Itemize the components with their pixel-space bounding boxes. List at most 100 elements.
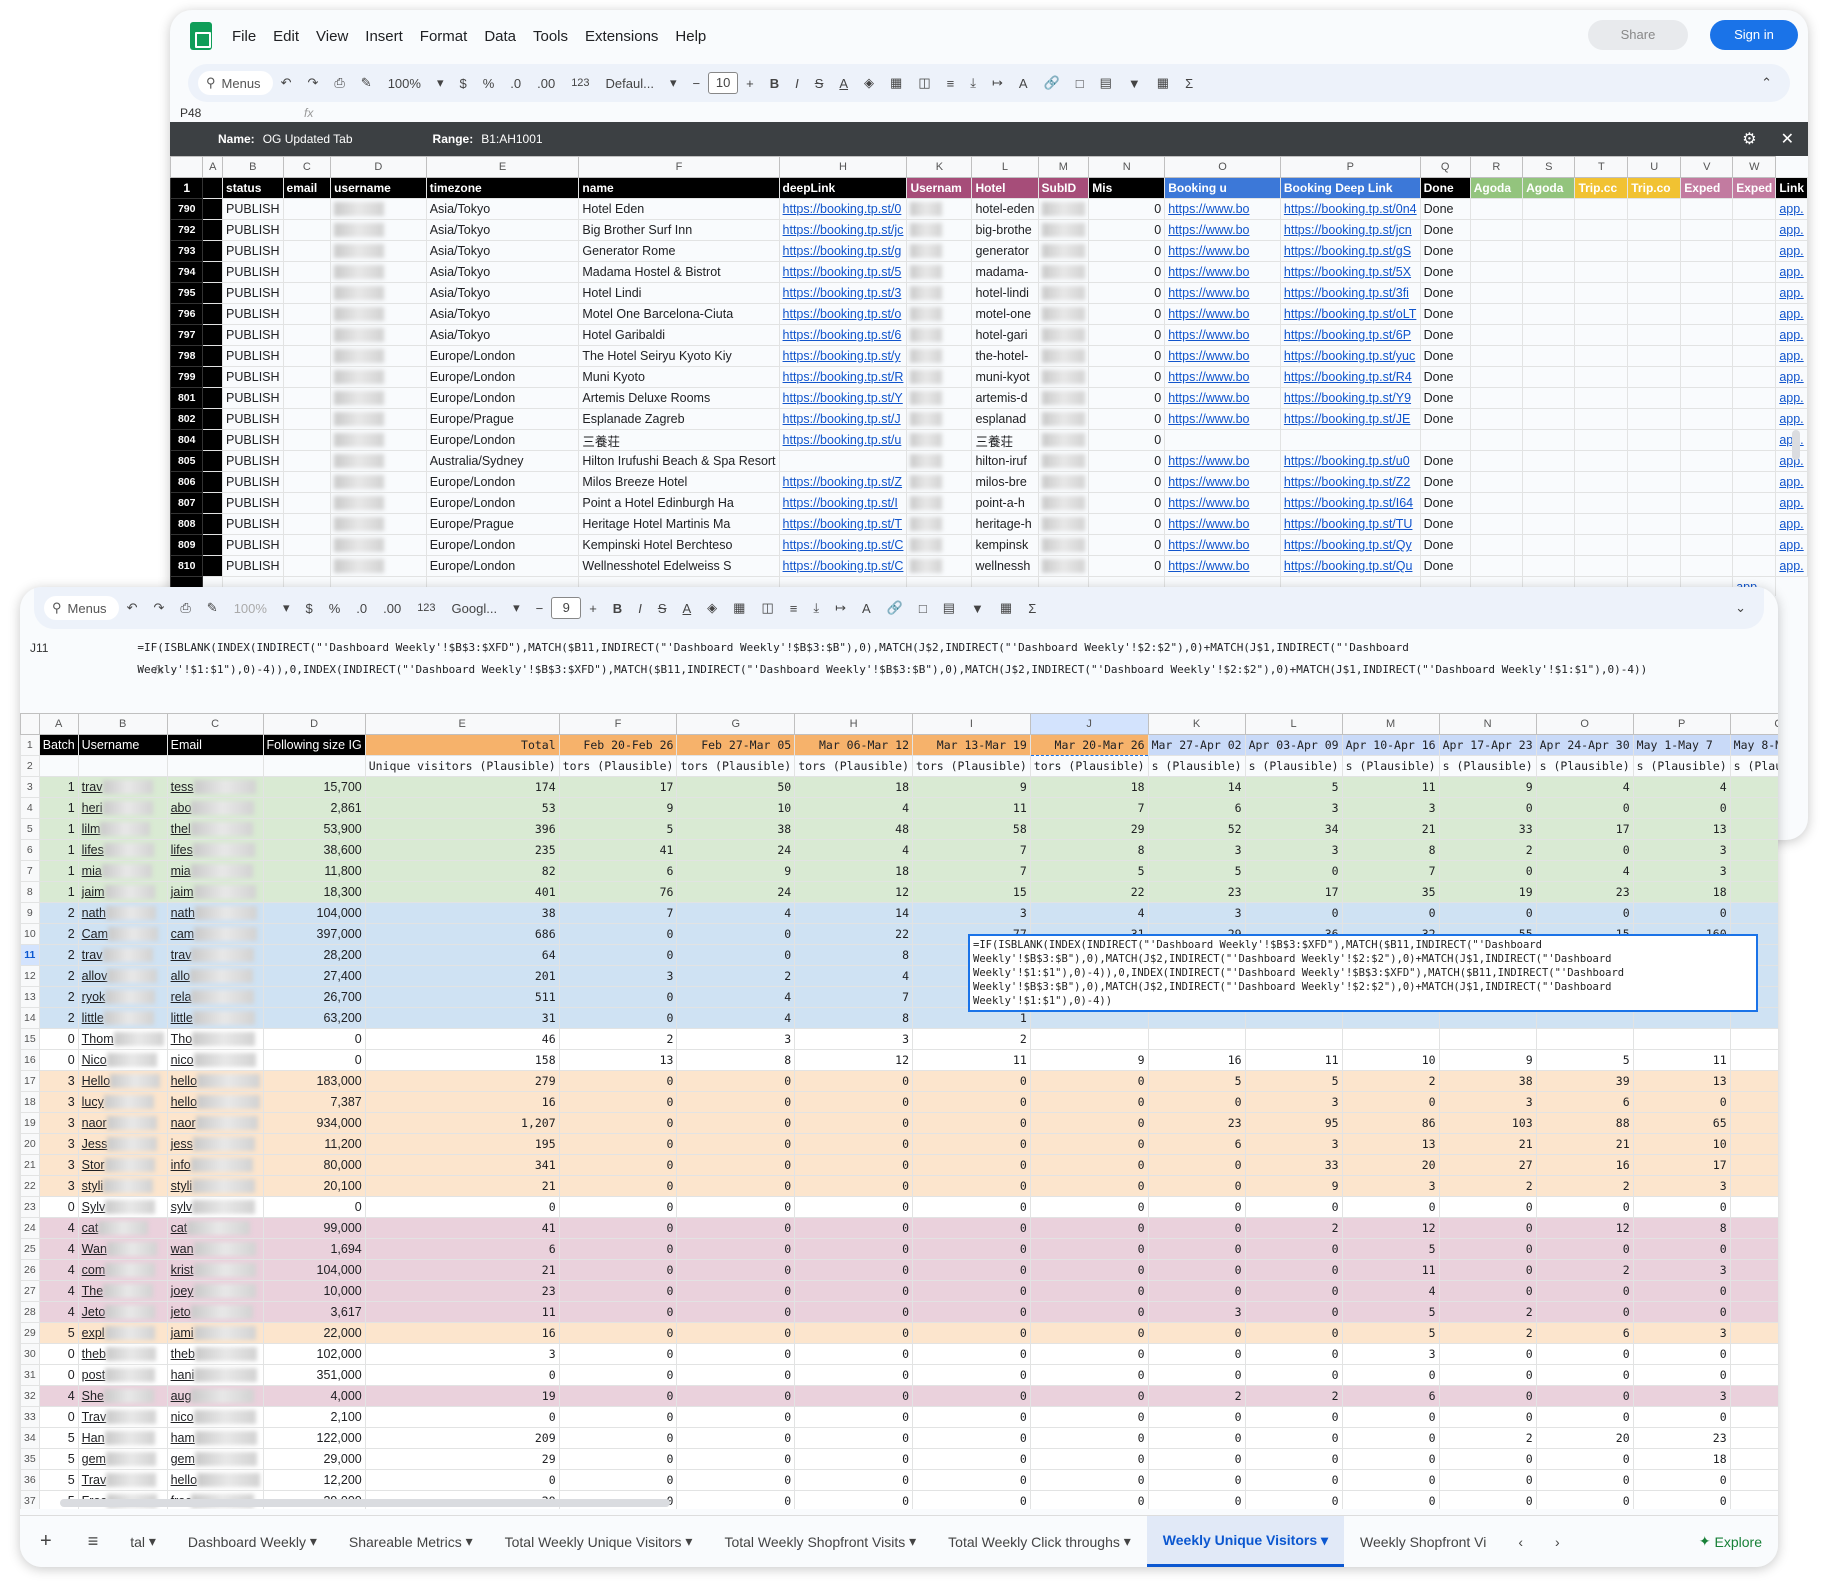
username-cell-redacted[interactable]: xxxxx: [906, 471, 973, 493]
formula-input[interactable]: =IF(ISBLANK(INDEX(INDIRECT("'Dashboard W…: [137, 637, 1647, 687]
value-cell[interactable]: 0: [1029, 1091, 1149, 1113]
following-size-cell[interactable]: 38,600: [262, 839, 366, 861]
value-cell[interactable]: 195: [364, 1133, 560, 1155]
value-cell[interactable]: 0: [1632, 1238, 1731, 1260]
subid-cell-redacted[interactable]: xxxxxxx: [1037, 429, 1090, 451]
value-cell[interactable]: 19: [1438, 881, 1537, 903]
booking-deeplink-cell[interactable]: https://booking.tp.st/3fi: [1279, 282, 1421, 304]
name-cell[interactable]: Motel One Barcelona-Ciuta: [578, 303, 780, 325]
cell[interactable]: [1574, 450, 1629, 472]
cell[interactable]: [1732, 303, 1777, 325]
value-cell[interactable]: 65: [1632, 1112, 1731, 1134]
header-cell[interactable]: Following size IG: [262, 734, 366, 756]
deeplink-cell[interactable]: https://booking.tp.st/o: [778, 303, 908, 325]
value-cell[interactable]: 0: [558, 1364, 678, 1386]
bold-icon[interactable]: B: [770, 76, 779, 91]
value-cell[interactable]: 2: [1244, 1385, 1343, 1407]
batch-cell[interactable]: 4: [38, 1301, 79, 1323]
font-size-decrease-icon[interactable]: −: [536, 601, 544, 616]
value-cell[interactable]: 2: [1535, 1175, 1634, 1197]
row-number[interactable]: 24: [20, 1217, 40, 1239]
status-cell[interactable]: PUBLISH: [222, 387, 284, 409]
cell[interactable]: [1732, 534, 1777, 556]
email-cell-redacted[interactable]: [282, 282, 332, 304]
name-cell[interactable]: Muni Kyoto: [578, 366, 780, 388]
username-cell[interactable]: Jetoxxxxxxxx: [77, 1301, 168, 1323]
row-number[interactable]: 30: [20, 1343, 40, 1365]
email-cell[interactable]: jaimxxxxxxxxxx: [166, 881, 264, 903]
column-header[interactable]: I: [912, 713, 1031, 735]
following-size-cell[interactable]: 3,617: [262, 1301, 366, 1323]
username-cell[interactable]: postxxxxxxxx: [77, 1364, 168, 1386]
missing-cell[interactable]: 0: [1088, 240, 1166, 262]
value-cell[interactable]: 31: [364, 1007, 560, 1029]
value-cell[interactable]: 0: [558, 1133, 678, 1155]
following-size-cell[interactable]: 934,000: [262, 1112, 366, 1134]
collapse-toolbar-icon[interactable]: ⌃: [1761, 75, 1772, 91]
username-cell[interactable]: lifesxxxxxxxx: [77, 839, 168, 861]
cell[interactable]: [77, 755, 168, 777]
cell[interactable]: [202, 429, 224, 451]
text-color-icon[interactable]: A: [682, 601, 691, 616]
booking-deeplink-cell[interactable]: https://booking.tp.st/TU: [1279, 513, 1421, 535]
value-cell[interactable]: 5: [1341, 1301, 1440, 1323]
row-number[interactable]: 5: [20, 818, 40, 840]
value-cell[interactable]: 0: [1438, 1364, 1537, 1386]
value-cell[interactable]: 13: [1632, 1070, 1731, 1092]
value-cell[interactable]: 6: [1729, 1049, 1778, 1071]
cell[interactable]: [1680, 198, 1734, 220]
value-cell[interactable]: 0: [912, 1238, 1031, 1260]
status-cell[interactable]: PUBLISH: [222, 282, 284, 304]
cell[interactable]: [1627, 534, 1682, 556]
value-cell[interactable]: 18: [1029, 776, 1149, 798]
value-cell[interactable]: 29: [1029, 818, 1149, 840]
value-cell[interactable]: 0: [364, 1406, 560, 1428]
column-header[interactable]: N: [1438, 713, 1537, 735]
email-cell[interactable]: thelxxxxxxxxxx: [166, 818, 264, 840]
value-cell[interactable]: 16: [1535, 1154, 1634, 1176]
timezone-cell[interactable]: Australia/Sydney: [425, 450, 580, 472]
value-cell[interactable]: 15: [912, 881, 1031, 903]
value-cell[interactable]: 0: [1535, 902, 1634, 924]
booking-url-cell[interactable]: https://www.bo: [1164, 513, 1281, 535]
value-cell[interactable]: 0: [1029, 1364, 1149, 1386]
cell[interactable]: [202, 261, 224, 283]
column-header[interactable]: O: [1535, 713, 1634, 735]
value-cell[interactable]: [1029, 1028, 1149, 1050]
value-cell[interactable]: 0: [1632, 1196, 1731, 1218]
cell[interactable]: [202, 534, 224, 556]
cell[interactable]: [1469, 303, 1524, 325]
header-cell[interactable]: Mar 13-Mar 19: [912, 734, 1031, 756]
username-cell[interactable]: miaxxxxxxxx: [77, 860, 168, 882]
username-cell-redacted[interactable]: xxxxxxxx: [330, 408, 427, 430]
row-number[interactable]: 790: [170, 198, 204, 220]
metric-label-cell[interactable]: s (Plausible): [1438, 755, 1537, 777]
value-cell[interactable]: 0: [1147, 1175, 1246, 1197]
email-cell[interactable]: naorxxxxxxxxxx: [166, 1112, 264, 1134]
value-cell[interactable]: 0: [1029, 1070, 1149, 1092]
value-cell[interactable]: 7: [558, 902, 678, 924]
value-cell[interactable]: 21: [1535, 1133, 1634, 1155]
email-cell[interactable]: jamixxxxxxxxxx: [166, 1322, 264, 1344]
hotel-cell[interactable]: point-a-h: [971, 492, 1039, 514]
email-cell-redacted[interactable]: [282, 534, 332, 556]
value-cell[interactable]: 8: [1029, 839, 1149, 861]
booking-url-cell[interactable]: https://www.bo: [1164, 450, 1281, 472]
value-cell[interactable]: 0: [1147, 1322, 1246, 1344]
column-header[interactable]: O: [1164, 156, 1281, 178]
value-cell[interactable]: 0: [1729, 1322, 1778, 1344]
cell[interactable]: [1732, 240, 1777, 262]
row-number[interactable]: 36: [20, 1469, 40, 1491]
borders-icon[interactable]: ▦: [890, 75, 902, 91]
value-cell[interactable]: 0: [1632, 1091, 1731, 1113]
booking-deeplink-cell[interactable]: https://booking.tp.st/Y9: [1279, 387, 1421, 409]
username-cell-redacted[interactable]: xxxxx: [906, 282, 973, 304]
username-cell-redacted[interactable]: xxxxx: [906, 261, 973, 283]
tab-total-weekly-click-throughs[interactable]: Total Weekly Click throughs ▾: [932, 1516, 1147, 1567]
cell[interactable]: [1522, 198, 1576, 220]
value-cell[interactable]: 4: [794, 965, 913, 987]
value-cell[interactable]: 17: [558, 776, 678, 798]
deeplink-cell[interactable]: https://booking.tp.st/Y: [778, 387, 908, 409]
row-number[interactable]: 29: [20, 1322, 40, 1344]
format-123-button[interactable]: 123: [571, 77, 589, 89]
